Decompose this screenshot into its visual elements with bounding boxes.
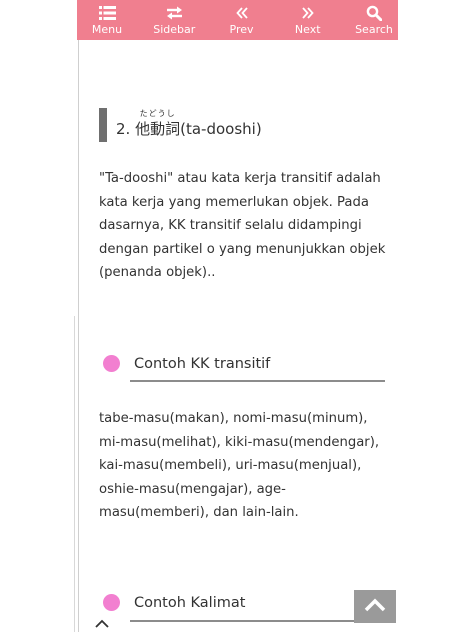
chevron-up-small-icon [94, 614, 110, 633]
chevron-up-icon [364, 597, 386, 616]
top-navigation-bar: Menu Sidebar Prev Next Search [77, 0, 398, 40]
menu-label: Menu [91, 22, 123, 36]
paragraph-line: kai-masu(membeli), uri-masu(menjual), [99, 458, 362, 474]
paragraph-line: (penanda objek).. [99, 265, 216, 281]
prev-button[interactable]: Prev [222, 0, 262, 40]
sidebar-button[interactable]: Sidebar [153, 0, 195, 40]
kanji-with-furigana: たどうし 他動詞 [135, 109, 181, 139]
sentence-subheading: Contoh Kalimat [103, 594, 245, 611]
prev-label: Prev [229, 22, 254, 36]
search-button[interactable]: Search [354, 0, 394, 40]
examples-subheading-label: Contoh KK transitif [134, 355, 271, 372]
section-number: 2. [116, 120, 136, 138]
search-icon [366, 5, 382, 21]
paragraph-line: tabe-masu(makan), nomi-masu(minum), [99, 411, 368, 426]
section-romaji: (ta-dooshi) [180, 120, 262, 138]
next-label: Next [294, 22, 321, 36]
bullet-dot-icon [103, 355, 120, 372]
next-button[interactable]: Next [288, 0, 328, 40]
intro-paragraph: "Ta-dooshi" atau kata kerja transitif ad… [99, 167, 399, 285]
paragraph-line: masu(memberi), dan lain-lain. [99, 505, 299, 521]
section-heading: 2. たどうし他動詞(ta-dooshi) [99, 108, 262, 142]
section-kanji: 他動詞 [135, 120, 181, 138]
bullet-dot-icon [103, 594, 120, 611]
collapse-tab[interactable] [79, 614, 124, 632]
sentence-subheading-label: Contoh Kalimat [134, 594, 246, 611]
examples-subheading: Contoh KK transitif [103, 355, 270, 372]
heading-accent-bar [99, 108, 107, 142]
sidebar-label: Sidebar [153, 22, 196, 36]
paragraph-line: "Ta-dooshi" atau kata kerja transitif ad… [99, 171, 381, 186]
paragraph-line: mi-masu(melihat), kiki-masu(mendengar), [99, 434, 380, 450]
paragraph-line: oshie-masu(mengajar), age- [99, 481, 286, 497]
content-left-border [78, 40, 79, 632]
subheading-underline [130, 620, 354, 622]
examples-paragraph: tabe-masu(makan), nomi-masu(minum), mi-m… [99, 407, 399, 525]
swap-arrows-icon [166, 5, 183, 21]
subheading-underline [130, 380, 385, 382]
paragraph-line: dengan partikel o yang menunjukkan objek [99, 241, 386, 257]
section-heading-text: 2. たどうし他動詞(ta-dooshi) [116, 109, 262, 142]
back-to-top-button[interactable] [354, 590, 396, 623]
paragraph-line: kata kerja yang memerlukan objek. Pada [99, 194, 369, 210]
paragraph-line: dasarnya, KK transitif selalu didampingi [99, 218, 362, 234]
menu-icon [98, 5, 116, 21]
page-left-border [74, 316, 75, 632]
menu-button[interactable]: Menu [87, 0, 127, 40]
double-chevron-left-icon [235, 5, 248, 21]
double-chevron-right-icon [302, 5, 314, 21]
search-label: Search [355, 22, 393, 36]
furigana: たどうし [139, 109, 176, 118]
